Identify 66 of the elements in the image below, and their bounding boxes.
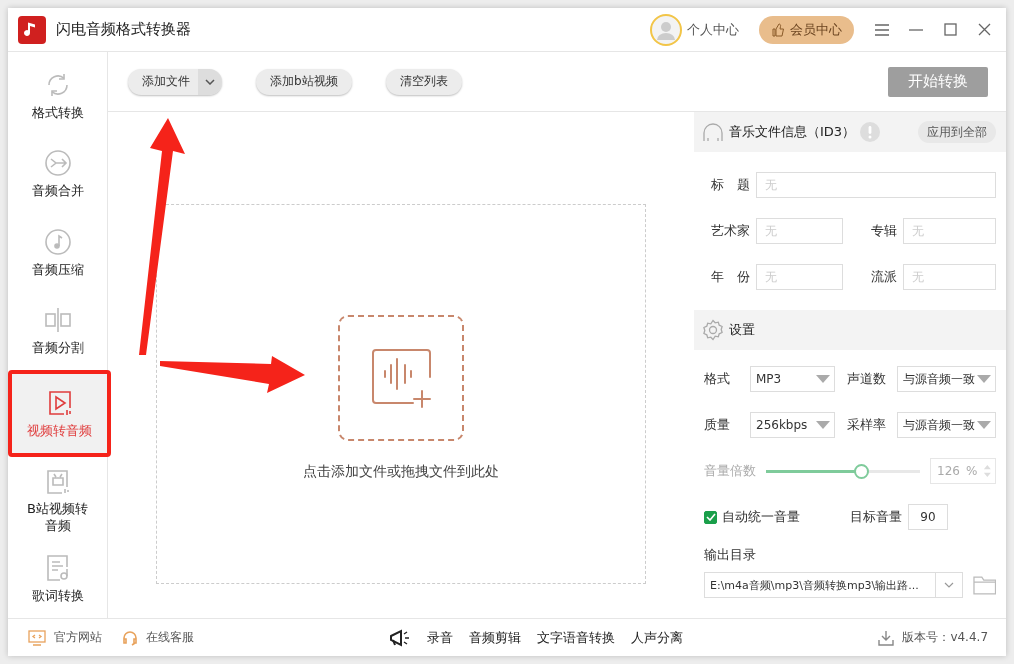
settings-icon <box>702 319 724 341</box>
apply-all-button[interactable]: 应用到全部 <box>918 121 996 143</box>
setting-label: 质量 <box>704 416 731 434</box>
user-center-button[interactable]: 个人中心 <box>650 13 739 46</box>
auto-volume-checkbox[interactable]: 自动统一音量 <box>704 508 844 526</box>
caret-icon <box>943 582 954 588</box>
folder-icon[interactable] <box>972 575 996 595</box>
tool-link[interactable]: 录音 <box>427 628 454 647</box>
toolbar-button[interactable]: 添加b站视频 <box>256 68 352 95</box>
section-title: 设置 <box>729 321 755 339</box>
dropdown[interactable]: 与源音频一致 <box>897 366 996 392</box>
tool-link[interactable]: 文字语音转换 <box>537 628 616 647</box>
field-label: 流派 <box>870 268 897 286</box>
monitor-icon <box>28 629 46 646</box>
dropdown[interactable]: 256kbps <box>750 412 835 438</box>
sidebar-item[interactable]: 视频转音频 <box>8 370 111 457</box>
field-label: 年 份 <box>710 268 750 286</box>
output-dir-label: 输出目录 <box>703 546 757 564</box>
dropdown[interactable]: MP3 <box>750 366 835 392</box>
add-file-button[interactable]: 添加文件 <box>128 68 222 95</box>
section-title: 音乐文件信息（ID3） <box>729 123 856 141</box>
caret-icon <box>816 375 830 383</box>
sidebar-item[interactable]: 格式转换 <box>8 56 107 135</box>
checkbox[interactable] <box>704 510 717 524</box>
drop-hint: 点击添加文件或拖拽文件到此处 <box>303 463 499 481</box>
footer-link[interactable]: 在线客服 <box>122 629 194 646</box>
avatar-icon <box>650 13 682 46</box>
music-note-icon <box>42 226 73 257</box>
toolbar-button[interactable]: 清空列表 <box>385 68 462 95</box>
caret-icon <box>977 421 991 429</box>
add-audio-button[interactable] <box>338 315 464 441</box>
caret-icon[interactable] <box>198 68 222 95</box>
version-label: 版本号：v4.4.7 <box>902 629 988 646</box>
setting-label: 音量倍数 <box>704 462 756 480</box>
field-label: 标 题 <box>710 176 750 194</box>
sidebar-item[interactable]: 音频合并 <box>8 134 107 214</box>
merge-icon <box>42 148 73 179</box>
caret-icon <box>977 375 991 383</box>
volume-slider[interactable] <box>766 463 920 479</box>
setting-label: 目标音量 <box>850 508 902 526</box>
setting-label: 声道数 <box>847 370 887 388</box>
target-volume-field[interactable]: 90 <box>908 504 948 530</box>
sidebar-item[interactable]: 音频压缩 <box>8 213 107 292</box>
headphones-icon <box>702 122 724 142</box>
megaphone-icon <box>389 627 412 648</box>
tool-link[interactable]: 人声分离 <box>631 628 684 647</box>
sidebar-item[interactable]: 音频分割 <box>8 291 107 371</box>
setting-label: 采样率 <box>847 416 887 434</box>
footer-link[interactable]: 官方网站 <box>28 629 102 646</box>
slider-thumb[interactable] <box>854 463 870 479</box>
field-label: 艺术家 <box>710 222 750 240</box>
sidebar-item[interactable]: 歌词转换 <box>8 539 107 619</box>
tool-link[interactable]: 音频剪辑 <box>469 628 522 647</box>
download-icon <box>878 629 895 646</box>
dropdown[interactable]: 与源音频一致 <box>897 412 996 438</box>
vip-center-button[interactable]: 会员中心 <box>759 15 854 44</box>
audio-wave-add-icon <box>370 347 432 409</box>
headset-icon <box>122 629 138 646</box>
caret-icon <box>816 421 830 429</box>
output-path-dropdown[interactable]: E:\m4a音频\mp3\音频转换mp3\输出路... <box>704 572 963 598</box>
music-note-logo-icon <box>18 15 46 44</box>
window-title: 闪电音频格式转换器 <box>56 20 191 39</box>
sidebar-item[interactable]: B站视频转音频 <box>8 460 107 540</box>
setting-label: 格式 <box>704 370 731 388</box>
field-label: 专辑 <box>870 222 897 240</box>
thumbs-up-icon <box>771 22 785 37</box>
